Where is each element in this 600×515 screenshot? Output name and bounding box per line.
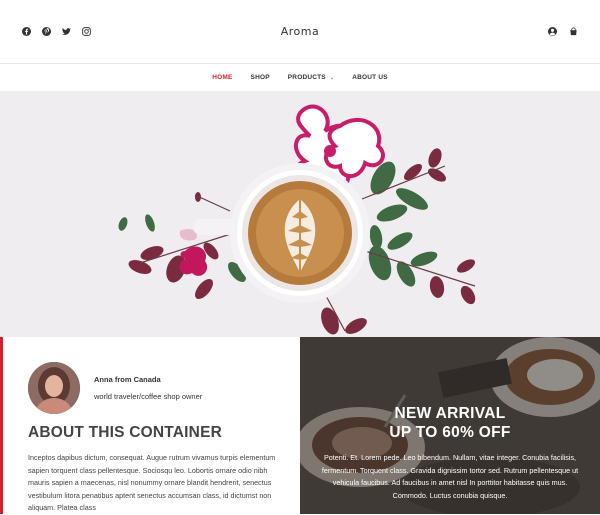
avatar [28,362,80,414]
cart-icon[interactable] [569,23,578,41]
nav-item-about-us[interactable]: ABOUT US [352,74,388,81]
instagram-icon[interactable] [82,27,91,36]
brand-logo[interactable]: Aroma [281,25,320,38]
promo-headline-1: NEW ARRIVAL [394,405,506,422]
section-title: ABOUT THIS CONTAINER [28,424,223,441]
nav-item-shop[interactable]: SHOP [251,74,270,81]
section-body: Inceptos dapibus dictum, consequat. Augu… [28,453,276,512]
chevron-down-icon: ⌄ [329,75,335,81]
header-utilities [548,23,578,41]
hero-image [0,91,600,337]
promo-body: Potenti. Et. Lorem pede. Leo bibendum. N… [321,453,579,500]
author-role: world traveler/coffee shop owner [94,392,203,401]
coffee-flowers-illustration [118,104,476,335]
nav-item-products-label: PRODUCTS [287,74,326,81]
pinterest-icon[interactable] [42,27,51,36]
facebook-icon[interactable] [22,27,31,36]
social-links [22,27,91,36]
twitter-icon[interactable] [62,27,71,36]
main-nav: HOME SHOP PRODUCTS ⌄ ABOUT US [0,64,600,91]
about-section: Anna from Canada world traveler/coffee s… [0,337,300,514]
author-info: Anna from Canada world traveler/coffee s… [94,375,202,401]
promo-headline-2: UP TO 60% OFF [389,424,511,441]
promo-content: NEW ARRIVAL UP TO 60% OFF Potenti. Et. L… [300,404,600,502]
promo-banner[interactable]: NEW ARRIVAL UP TO 60% OFF Potenti. Et. L… [300,337,600,514]
author-card: Anna from Canada world traveler/coffee s… [28,362,275,414]
account-icon[interactable] [548,23,557,41]
nav-item-home[interactable]: HOME [212,74,232,81]
nav-item-products[interactable]: PRODUCTS ⌄ [288,74,334,81]
author-name: Anna from Canada [94,375,161,384]
